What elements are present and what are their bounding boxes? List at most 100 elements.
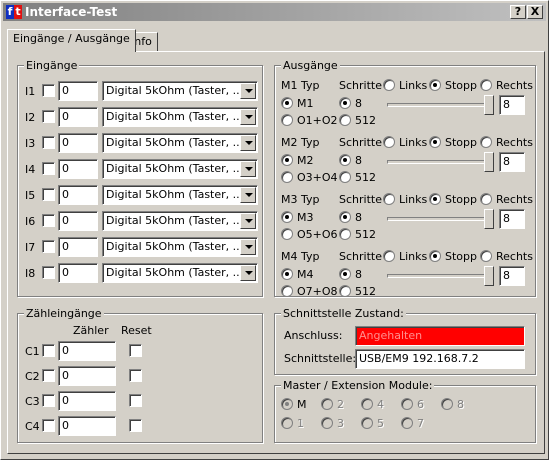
counter-value-field-4[interactable]: 0	[58, 416, 116, 436]
direction-radio-links[interactable]	[383, 193, 395, 205]
direction-radio-stopp[interactable]	[429, 250, 441, 262]
step-radio-8[interactable]	[339, 97, 351, 109]
input-checkbox-8[interactable]	[42, 266, 55, 279]
input-value-field-4[interactable]: 0	[58, 159, 98, 179]
schritte-label: Schritte	[339, 136, 382, 149]
chevron-down-icon[interactable]	[240, 265, 256, 281]
module-radio-6[interactable]	[401, 398, 413, 410]
speed-slider-track[interactable]	[387, 103, 494, 107]
reset-checkbox-3[interactable]	[129, 394, 142, 407]
input-mode-select-1[interactable]: Digital 5kOhm (Taster, ...)	[102, 81, 258, 101]
motor-type-radio-m[interactable]	[281, 268, 293, 280]
speed-slider-handle[interactable]	[484, 266, 494, 286]
direction-radio-stopp[interactable]	[429, 193, 441, 205]
step-radio-8[interactable]	[339, 211, 351, 223]
speed-value-field[interactable]: 8	[499, 152, 525, 172]
input-checkbox-7[interactable]	[42, 240, 55, 253]
step-label-8: 8	[355, 268, 362, 281]
input-value-field-3[interactable]: 0	[58, 133, 98, 153]
module-radio-4[interactable]	[361, 398, 373, 410]
speed-slider-handle[interactable]	[484, 209, 494, 229]
module-radio-3[interactable]	[321, 417, 333, 429]
counter-checkbox-3[interactable]	[42, 394, 55, 407]
chevron-down-icon[interactable]	[240, 161, 256, 177]
direction-radio-links[interactable]	[383, 250, 395, 262]
motor-type-radio-m[interactable]	[281, 211, 293, 223]
counter-value-field-3[interactable]: 0	[58, 391, 116, 411]
chevron-down-icon[interactable]	[240, 135, 256, 151]
step-radio-8[interactable]	[339, 154, 351, 166]
title-bar[interactable]: ft Interface-Test ? X	[3, 3, 546, 21]
step-radio-512[interactable]	[339, 228, 351, 240]
reset-checkbox-4[interactable]	[129, 419, 142, 432]
input-checkbox-5[interactable]	[42, 188, 55, 201]
direction-radio-rechts[interactable]	[480, 79, 492, 91]
reset-checkbox-2[interactable]	[129, 369, 142, 382]
module-radio-M[interactable]	[281, 398, 293, 410]
direction-radio-stopp[interactable]	[429, 79, 441, 91]
help-button[interactable]: ?	[510, 5, 526, 19]
counter-value-field-1[interactable]: 0	[58, 341, 116, 361]
input-checkbox-6[interactable]	[42, 214, 55, 227]
direction-radio-links[interactable]	[383, 79, 395, 91]
speed-slider-handle[interactable]	[484, 95, 494, 115]
direction-radio-rechts[interactable]	[480, 136, 492, 148]
input-mode-select-4[interactable]: Digital 5kOhm (Taster, ...)	[102, 159, 258, 179]
reset-checkbox-1[interactable]	[129, 344, 142, 357]
step-radio-512[interactable]	[339, 114, 351, 126]
motor-type-radio-o[interactable]	[281, 228, 293, 240]
input-mode-select-5[interactable]: Digital 5kOhm (Taster, ...)	[102, 185, 258, 205]
input-value-field-2[interactable]: 0	[58, 107, 98, 127]
chevron-down-icon[interactable]	[240, 187, 256, 203]
chevron-down-icon[interactable]	[240, 83, 256, 99]
speed-slider-handle[interactable]	[484, 152, 494, 172]
chevron-down-icon[interactable]	[240, 213, 256, 229]
reset-column-header: Reset	[121, 324, 152, 337]
motor-type-radio-m[interactable]	[281, 97, 293, 109]
input-mode-select-7[interactable]: Digital 5kOhm (Taster, ...)	[102, 237, 258, 257]
module-radio-8[interactable]	[441, 398, 453, 410]
input-mode-select-2[interactable]: Digital 5kOhm (Taster, ...)	[102, 107, 258, 127]
close-button[interactable]: X	[527, 5, 543, 19]
counter-value-field-2[interactable]: 0	[58, 366, 116, 386]
counter-checkbox-1[interactable]	[42, 344, 55, 357]
input-value-field-5[interactable]: 0	[58, 185, 98, 205]
input-checkbox-4[interactable]	[42, 162, 55, 175]
input-value-field-7[interactable]: 0	[58, 237, 98, 257]
module-radio-1[interactable]	[281, 417, 293, 429]
input-mode-select-8[interactable]: Digital 5kOhm (Taster, ...)	[102, 263, 258, 283]
module-radio-5[interactable]	[361, 417, 373, 429]
motor-type-radio-o[interactable]	[281, 171, 293, 183]
counter-checkbox-2[interactable]	[42, 369, 55, 382]
input-value-field-6[interactable]: 0	[58, 211, 98, 231]
speed-slider-track[interactable]	[387, 160, 494, 164]
direction-radio-rechts[interactable]	[480, 193, 492, 205]
module-radio-7[interactable]	[401, 417, 413, 429]
direction-radio-rechts[interactable]	[480, 250, 492, 262]
speed-slider-track[interactable]	[387, 217, 494, 221]
step-radio-512[interactable]	[339, 285, 351, 297]
step-radio-8[interactable]	[339, 268, 351, 280]
input-checkbox-2[interactable]	[42, 110, 55, 123]
step-radio-512[interactable]	[339, 171, 351, 183]
tab-eingaenge-ausgaenge[interactable]: Eingänge / Ausgänge	[7, 29, 136, 52]
input-mode-select-3[interactable]: Digital 5kOhm (Taster, ...)	[102, 133, 258, 153]
direction-radio-stopp[interactable]	[429, 136, 441, 148]
chevron-down-icon[interactable]	[240, 239, 256, 255]
speed-slider-track[interactable]	[387, 274, 494, 278]
motor-type-radio-m[interactable]	[281, 154, 293, 166]
input-checkbox-1[interactable]	[42, 84, 55, 97]
speed-value-field[interactable]: 8	[499, 95, 525, 115]
input-value-field-8[interactable]: 0	[58, 263, 98, 283]
direction-radio-links[interactable]	[383, 136, 395, 148]
input-checkbox-3[interactable]	[42, 136, 55, 149]
speed-value-field[interactable]: 8	[499, 266, 525, 286]
motor-type-radio-o[interactable]	[281, 114, 293, 126]
counter-checkbox-4[interactable]	[42, 419, 55, 432]
speed-value-field[interactable]: 8	[499, 209, 525, 229]
module-radio-2[interactable]	[321, 398, 333, 410]
input-value-field-1[interactable]: 0	[58, 81, 98, 101]
chevron-down-icon[interactable]	[240, 109, 256, 125]
motor-type-radio-o[interactable]	[281, 285, 293, 297]
input-mode-select-6[interactable]: Digital 5kOhm (Taster, ...)	[102, 211, 258, 231]
